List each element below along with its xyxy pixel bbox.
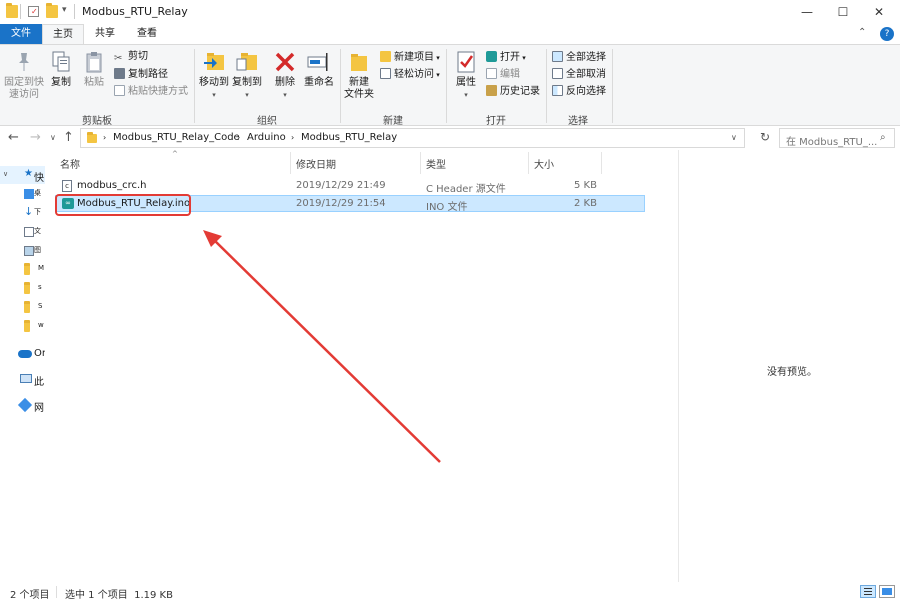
preview-pane: 没有预览。 xyxy=(678,150,900,582)
selection-info: 选中 1 个项目 1.19 KB xyxy=(65,590,173,600)
divider xyxy=(56,586,57,598)
item-count: 2 个项目 xyxy=(10,590,50,600)
no-preview-text: 没有预览。 xyxy=(767,367,817,378)
status-bar: 2 个项目 选中 1 个项目 1.19 KB xyxy=(0,582,900,600)
large-icons-view-button[interactable] xyxy=(879,585,895,598)
details-view-icon xyxy=(864,588,872,589)
details-view-button[interactable] xyxy=(860,585,876,598)
large-icons-view-icon xyxy=(882,588,892,595)
